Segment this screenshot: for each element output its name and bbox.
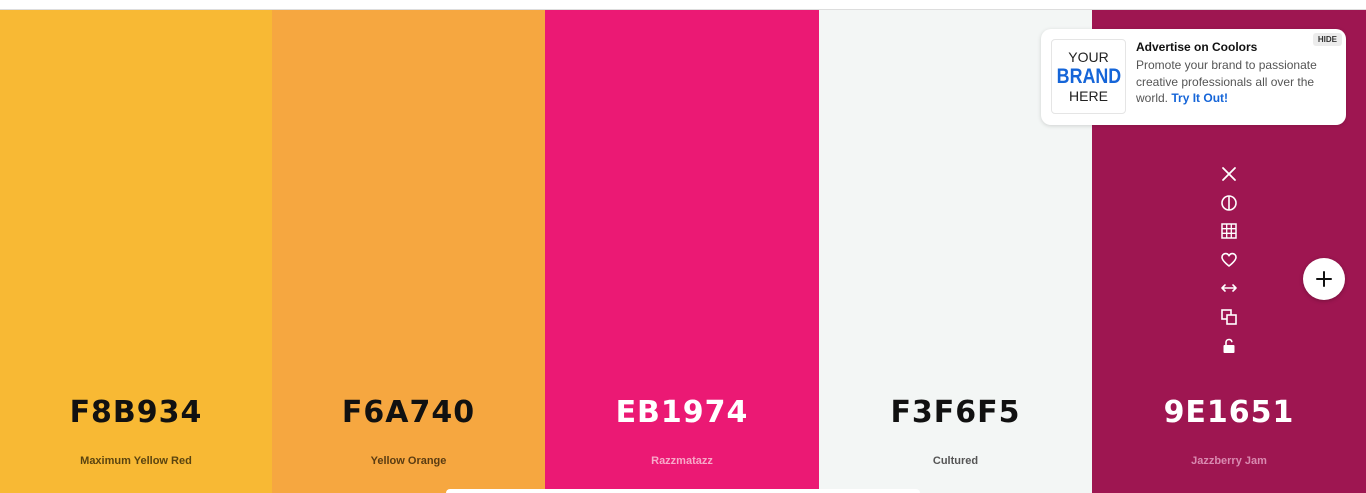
color-name[interactable]: Razzmatazz [545,455,819,467]
logo-line-1: YOUR [1068,49,1109,65]
drag-horizontal-icon[interactable] [1218,277,1240,299]
contrast-icon[interactable] [1218,192,1240,214]
unlock-icon[interactable] [1218,335,1240,357]
hex-code[interactable]: F6A740 [272,395,545,430]
swatch-2[interactable]: F6A740 Yellow Orange [272,10,545,493]
heart-icon[interactable] [1218,249,1240,271]
copy-icon[interactable] [1218,306,1240,328]
bottom-toolbar-edge [446,489,920,493]
swatch-tools [1218,163,1240,363]
ad-title[interactable]: Advertise on Coolors [1136,40,1257,54]
color-name[interactable]: Cultured [819,455,1092,467]
color-name[interactable]: Maximum Yellow Red [0,455,272,467]
swatch-3[interactable]: EB1974 Razzmatazz [545,10,819,493]
color-name[interactable]: Jazzberry Jam [1092,455,1366,467]
ad-description: Promote your brand to passionate creativ… [1136,57,1341,107]
close-icon[interactable] [1218,163,1240,185]
hex-code[interactable]: F8B934 [0,395,272,430]
top-divider [0,0,1366,10]
add-color-button[interactable] [1303,258,1345,300]
color-name[interactable]: Yellow Orange [272,455,545,467]
ad-brand-logo[interactable]: YOUR BRAND HERE [1051,39,1126,114]
hide-ad-button[interactable]: HIDE [1312,33,1342,46]
hex-code[interactable]: F3F6F5 [819,395,1092,430]
ad-cta-link[interactable]: Try It Out! [1171,91,1228,105]
plus-icon [1316,271,1332,287]
logo-line-3: HERE [1069,88,1108,104]
hex-code[interactable]: EB1974 [545,395,819,430]
logo-line-2: BRAND [1056,65,1121,88]
ad-card: YOUR BRAND HERE Advertise on Coolors Pro… [1041,29,1346,125]
hex-code[interactable]: 9E1651 [1092,395,1366,430]
swatch-1[interactable]: F8B934 Maximum Yellow Red [0,10,272,493]
grid-icon[interactable] [1218,220,1240,242]
